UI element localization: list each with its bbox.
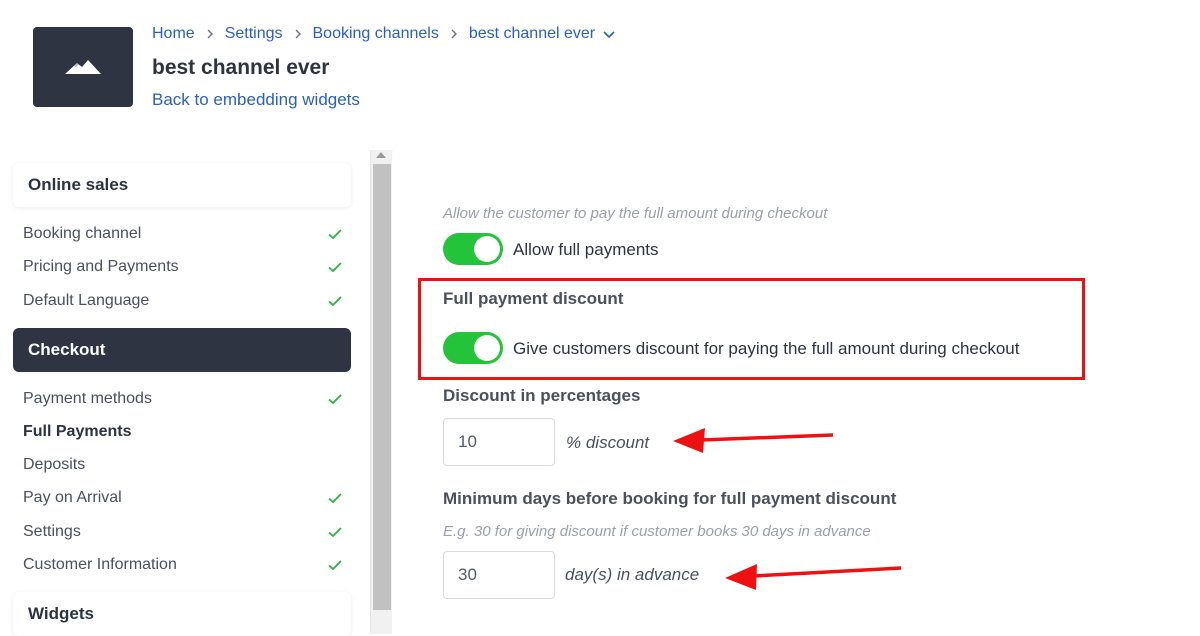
annotation-arrow-icon [725, 564, 902, 590]
chevron-right-icon [294, 29, 302, 39]
chevron-down-icon [603, 31, 615, 39]
sidebar-section-online-sales[interactable]: Online sales [13, 163, 351, 207]
sidebar-item-pricing-and-payments[interactable]: Pricing and Payments [23, 255, 343, 279]
full-payments-hint: Allow the customer to pay the full amoun… [443, 205, 828, 222]
min-days-hint: E.g. 30 for giving discount if customer … [443, 523, 871, 540]
check-icon [328, 296, 342, 307]
sidebar-item-label: Payment methods [23, 390, 152, 407]
min-days-title: Minimum days before booking for full pay… [443, 489, 897, 508]
sidebar-item-label: Pay on Arrival [23, 489, 122, 506]
check-icon [328, 493, 342, 504]
sidebar-item-customer-information[interactable]: Customer Information [23, 553, 343, 577]
back-to-widgets-link[interactable]: Back to embedding widgets [152, 90, 360, 110]
sidebar: Online sales Booking channel Pricing and… [0, 150, 370, 636]
sidebar-item-settings[interactable]: Settings [23, 520, 343, 544]
sidebar-item-label: Pricing and Payments [23, 258, 179, 275]
breadcrumb-booking-channels[interactable]: Booking channels [313, 25, 439, 43]
chevron-right-icon [450, 29, 458, 39]
sidebar-section-widgets[interactable]: Widgets [13, 592, 351, 636]
sidebar-item-label: Full Payments [23, 423, 132, 440]
chevron-right-icon [206, 29, 214, 39]
days-in-advance-unit: day(s) in advance [565, 565, 700, 584]
breadcrumb-settings[interactable]: Settings [225, 25, 283, 43]
sidebar-scrollbar[interactable] [370, 150, 392, 634]
sidebar-item-label: Booking channel [23, 225, 142, 242]
breadcrumb: Home Settings Booking channels best chan… [152, 24, 616, 44]
sidebar-item-default-language[interactable]: Default Language [23, 289, 343, 313]
page-title: best channel ever [152, 56, 330, 79]
annotation-highlight-box [418, 278, 1085, 380]
check-icon [328, 229, 342, 240]
sidebar-section-checkout[interactable]: Checkout [13, 328, 351, 372]
discount-percentage-input[interactable] [443, 418, 555, 466]
sidebar-item-label: Default Language [23, 292, 150, 309]
breadcrumb-channel-label: best channel ever [468, 25, 596, 42]
percent-discount-unit: % discount [566, 433, 650, 452]
page-header: Home Settings Booking channels best chan… [0, 0, 1200, 150]
toggle-knob [474, 236, 500, 262]
allow-full-payments-toggle[interactable] [443, 233, 503, 265]
sidebar-item-pay-on-arrival[interactable]: Pay on Arrival [23, 486, 343, 510]
discount-percentages-title: Discount in percentages [443, 386, 641, 405]
sidebar-item-booking-channel[interactable]: Booking channel [23, 222, 343, 246]
annotation-arrow-icon [673, 428, 834, 453]
sidebar-item-full-payments[interactable]: Full Payments [23, 420, 343, 444]
scroll-up-arrow-icon[interactable] [376, 152, 386, 158]
check-icon [328, 560, 342, 571]
scrollbar-thumb[interactable] [373, 164, 391, 610]
allow-full-payments-label: Allow full payments [513, 240, 659, 259]
check-icon [328, 262, 342, 273]
min-days-input[interactable] [443, 551, 555, 599]
breadcrumb-channel-dropdown[interactable]: best channel ever [469, 25, 616, 43]
check-icon [328, 527, 342, 538]
main-content: Allow the customer to pay the full amoun… [393, 150, 1200, 634]
sidebar-item-payment-methods[interactable]: Payment methods [23, 387, 343, 411]
channel-logo [33, 27, 133, 107]
sidebar-item-label: Customer Information [23, 556, 177, 573]
mountain-icon [65, 60, 101, 74]
breadcrumb-home[interactable]: Home [152, 25, 195, 43]
sidebar-item-label: Deposits [23, 456, 86, 473]
sidebar-item-deposits[interactable]: Deposits [23, 453, 343, 477]
sidebar-item-label: Settings [23, 523, 81, 540]
check-icon [328, 394, 342, 405]
